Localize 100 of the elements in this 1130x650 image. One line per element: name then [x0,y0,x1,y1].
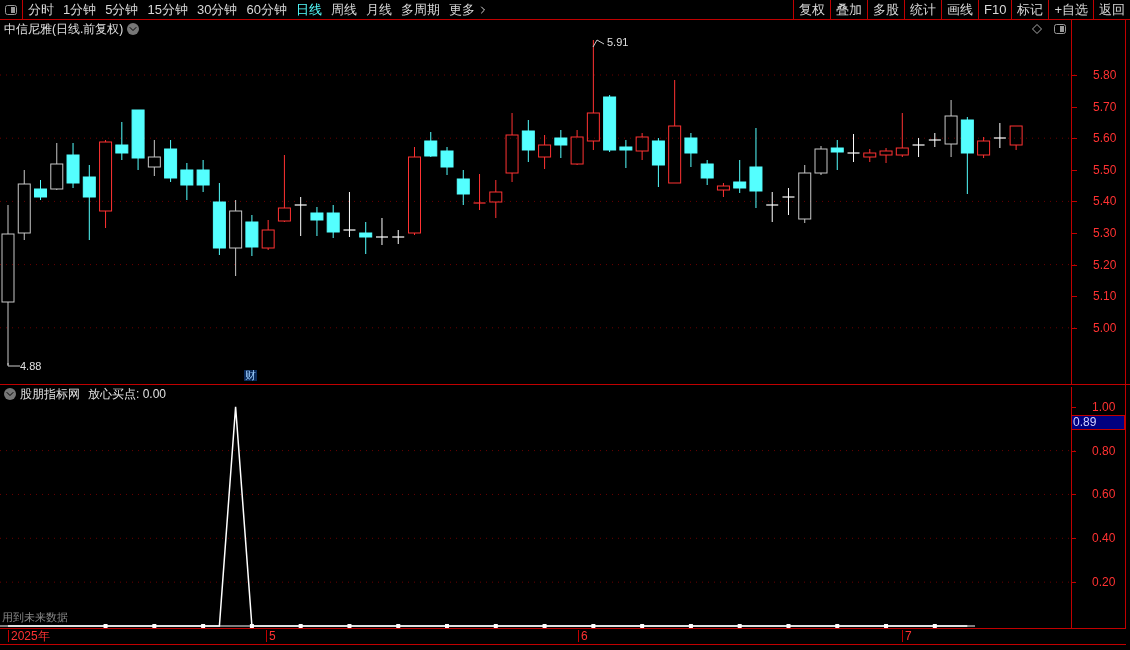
candle [391,229,405,245]
toolbar-button[interactable]: 统计 [904,0,941,19]
candle [798,164,812,224]
candle [700,159,714,186]
toolbar-button[interactable]: 复权 [793,0,830,19]
toolbar-button[interactable]: 返回 [1093,0,1130,19]
period-tab[interactable]: 30分钟 [196,3,238,16]
candle [489,179,503,219]
candle [180,162,194,201]
toolbar-button[interactable]: 标记 [1011,0,1049,19]
candle [131,109,145,171]
period-tab[interactable]: 60分钟 [246,3,287,16]
diamond-icon[interactable] [1032,23,1042,34]
candle [977,136,991,159]
candle [781,187,796,216]
price-axis-label: 5.50 [1093,163,1117,176]
toolbar-button[interactable]: 叠加 [830,0,867,19]
period-tab[interactable]: 多周期 [400,3,440,16]
candle [34,179,47,201]
candle [944,99,958,158]
leader-line [592,39,605,48]
price-axis-label: 5.80 [1093,69,1117,81]
period-tab[interactable]: 日线 [295,3,322,16]
candle [1009,125,1023,151]
chart-title: 中信尼雅(日线.前复权) [4,20,124,38]
panel-toggle-icon[interactable] [1054,23,1066,34]
value-axis-label: 0.20 [1092,576,1116,589]
candle [911,137,926,158]
candle [993,122,1007,149]
candle [554,129,568,159]
candle [424,131,438,158]
point-marker [786,624,791,628]
period-tab[interactable]: 月线 [365,3,392,16]
price-axis-label: 5.30 [1093,227,1117,239]
point-marker [298,624,303,628]
period-tab[interactable]: 15分钟 [147,3,188,16]
point-marker [640,624,645,628]
point-marker [932,624,937,628]
price-axis-label: 5.10 [1093,290,1117,303]
chevron-down-icon[interactable] [4,387,16,400]
value-axis-label: 0.40 [1092,532,1116,545]
candle [635,132,649,161]
toolbar-button[interactable]: F10 [978,0,1012,19]
price-axis-label: 5.20 [1093,258,1117,271]
candle [456,169,470,206]
candle [66,142,80,189]
toolbar-button[interactable]: +自选 [1048,0,1093,19]
candle [472,173,487,211]
high-price-label: 5.91 [607,37,629,48]
candle [50,142,64,191]
candle [928,132,942,148]
candle [17,169,31,241]
candle [326,204,340,239]
value-axis-label: 1.00 [1092,400,1116,413]
point-marker [103,624,108,628]
date-axis-label: 7 [902,630,912,642]
date-axis-label: 2025年 [8,630,50,642]
panel-toggle-icon [5,4,17,15]
candle [733,159,747,194]
candle [765,191,779,223]
candle [895,112,909,158]
point-marker [688,624,693,628]
candle [164,139,178,183]
candle [830,139,844,171]
candle [538,134,552,170]
cursor-value-label: 0.89 [1071,415,1125,430]
candle [603,94,617,153]
period-tab[interactable]: 分时 [28,3,54,16]
candle [505,112,519,183]
point-marker [493,624,498,628]
candle [245,214,259,257]
candle [310,206,324,237]
period-tab[interactable]: 周线 [330,3,357,16]
candle [651,137,665,188]
period-tab[interactable]: 1分钟 [63,3,97,16]
candle [684,132,698,168]
event-badge[interactable]: 财 [244,370,257,381]
candle [879,147,893,164]
point-marker [542,624,547,628]
indicator-value: 放心买点: 0.00 [88,385,167,403]
price-axis-label: 5.60 [1093,132,1117,145]
candle [863,148,877,163]
candle [570,129,584,166]
low-price-label: 4.88 [20,361,42,372]
more-button[interactable]: 更多 [448,3,489,16]
point-marker [396,624,401,628]
toolbar-button[interactable]: 画线 [941,0,978,19]
chevron-down-icon[interactable] [127,22,140,35]
candle [342,191,357,238]
toolbar-button[interactable]: 多股 [867,0,904,19]
leader-line [7,362,21,367]
candle [261,219,275,251]
point-marker [201,624,206,628]
candle [814,145,828,176]
future-data-warning: 用到未来数据 [2,612,68,623]
value-axis-label: 0.80 [1092,444,1116,457]
point-marker [445,624,449,628]
price-axis-label: 5.70 [1093,100,1117,113]
period-tab[interactable]: 5分钟 [105,3,139,16]
candle [196,159,210,193]
